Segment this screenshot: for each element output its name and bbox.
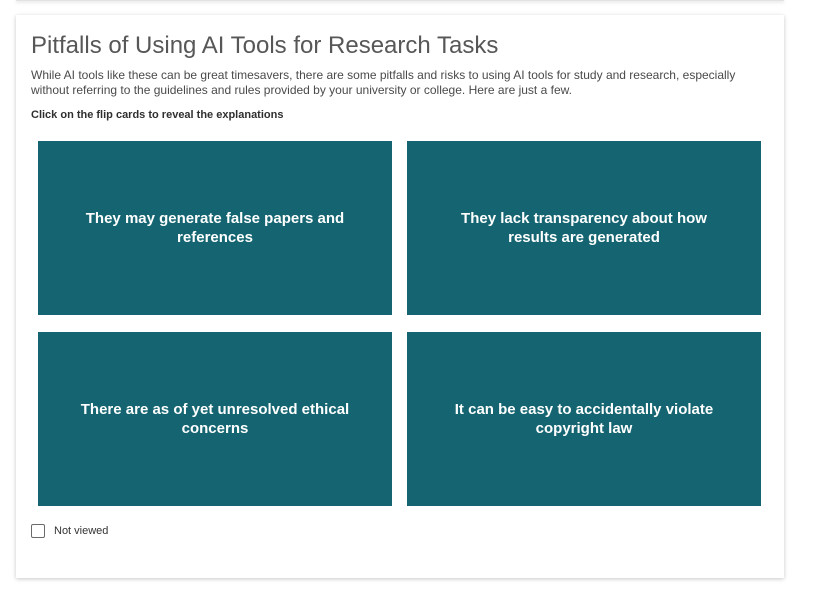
flip-card-copyright[interactable]: It can be easy to accidentally violate c…: [407, 332, 761, 506]
previous-panel-edge: [16, 0, 784, 1]
viewed-checkbox[interactable]: [31, 524, 45, 538]
flip-card-front-text: They may generate false papers and refer…: [85, 210, 345, 246]
completion-status-label: Not viewed: [54, 525, 109, 537]
flip-card-front-text: They lack transparency about how results…: [461, 210, 707, 246]
flip-card-transparency[interactable]: They lack transparency about how results…: [407, 141, 761, 315]
flip-cards-panel: Pitfalls of Using AI Tools for Research …: [16, 15, 784, 578]
instruction-text: Click on the flip cards to reveal the ex…: [31, 109, 284, 121]
intro-paragraph: While AI tools like these can be great t…: [31, 68, 736, 97]
flip-card-front-text: It can be easy to accidentally violate c…: [454, 401, 714, 437]
completion-status: Not viewed: [31, 524, 108, 538]
flip-card-front-text: There are as of yet unresolved ethical c…: [80, 401, 350, 437]
flip-card-ethical-concerns[interactable]: There are as of yet unresolved ethical c…: [38, 332, 392, 506]
flip-card-false-references[interactable]: They may generate false papers and refer…: [38, 141, 392, 315]
page-title: Pitfalls of Using AI Tools for Research …: [31, 32, 499, 59]
